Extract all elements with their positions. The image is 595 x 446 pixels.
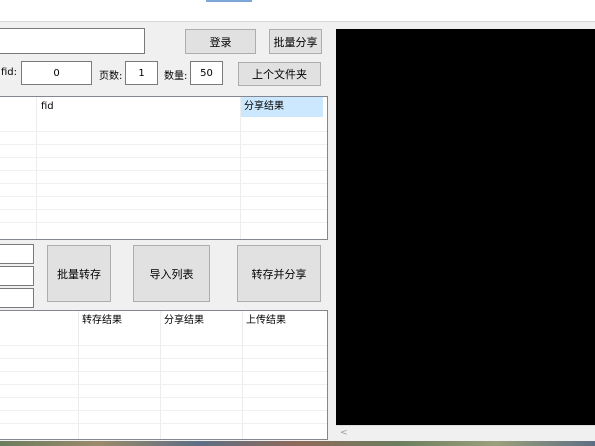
fid-input[interactable]: 0 <box>21 61 92 85</box>
taskbar-strip <box>0 441 595 446</box>
account-input[interactable] <box>0 28 145 54</box>
title-accent <box>206 0 252 2</box>
scroll-left-icon[interactable]: < <box>340 426 348 440</box>
input-field-1[interactable] <box>0 244 34 264</box>
file-table[interactable]: fid 分享结果 <box>0 96 328 240</box>
transfer-and-share-button[interactable]: 转存并分享 <box>237 245 321 302</box>
file-table-header: fid 分享结果 <box>0 97 327 117</box>
column-header-upload-result[interactable]: 上传结果 <box>242 311 324 331</box>
preview-scrollbar[interactable]: < <box>336 425 595 439</box>
column-header-fid[interactable]: fid <box>37 97 240 117</box>
fid-label: fid: <box>1 67 18 78</box>
column-header-transfer-result[interactable]: 转存结果 <box>78 311 160 331</box>
count-input[interactable]: 50 <box>190 61 223 85</box>
column-header-share-result[interactable]: 分享结果 <box>240 97 323 117</box>
login-button[interactable]: 登录 <box>185 29 256 54</box>
count-label: 数量: <box>164 71 188 82</box>
input-field-3[interactable] <box>0 288 34 308</box>
result-table-header: 转存结果 分享结果 上传结果 <box>0 311 327 331</box>
preview-panel <box>336 29 595 439</box>
pages-label: 页数: <box>99 71 123 82</box>
column-header-share-result[interactable]: 分享结果 <box>160 311 242 331</box>
batch-transfer-button[interactable]: 批量转存 <box>47 245 111 302</box>
result-table[interactable]: 转存结果 分享结果 上传结果 <box>0 310 328 440</box>
pages-input[interactable]: 1 <box>125 61 158 85</box>
import-list-button[interactable]: 导入列表 <box>133 245 210 302</box>
parent-folder-button[interactable]: 上个文件夹 <box>238 62 321 86</box>
input-field-2[interactable] <box>0 266 34 286</box>
window-title-strip <box>0 0 595 22</box>
batch-share-button[interactable]: 批量分享 <box>269 29 322 54</box>
